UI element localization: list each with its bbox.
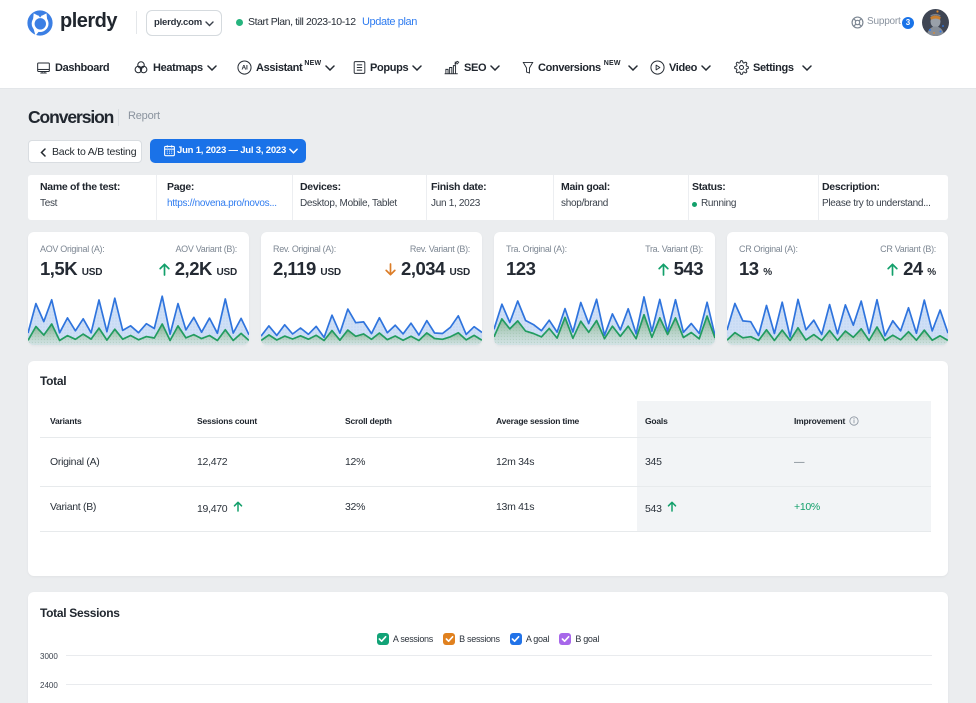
svg-text:AI: AI xyxy=(241,65,248,72)
